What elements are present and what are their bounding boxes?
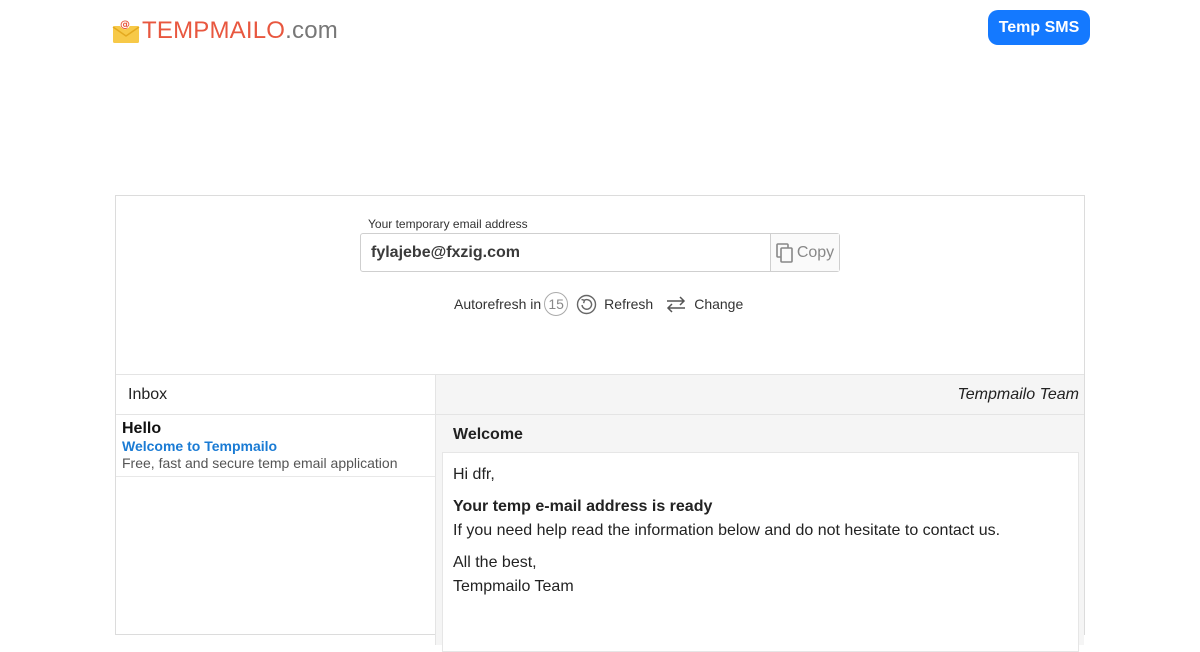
message-body: Hi dfr, Your temp e-mail address is read… <box>442 452 1079 652</box>
autorefresh-countdown: 15 <box>544 292 569 316</box>
copy-icon <box>776 242 794 263</box>
site-header: @ TEMPMAILO.com Temp SMS <box>0 0 1200 60</box>
refresh-button[interactable]: Refresh <box>576 294 653 315</box>
envelope-at-icon: @ <box>112 18 140 44</box>
message-signoff: All the best, <box>453 554 537 571</box>
autorefresh-label: Autorefresh in <box>454 296 542 312</box>
refresh-icon <box>576 294 597 315</box>
change-label: Change <box>694 296 744 312</box>
refresh-label: Refresh <box>604 296 654 312</box>
message-greeting: Hi dfr, <box>453 466 495 483</box>
logo-text-mailo: MAILO <box>209 17 286 44</box>
email-address-field[interactable]: fylajebe@fxzig.com Copy <box>360 233 840 272</box>
message-signature: Tempmailo Team <box>453 578 574 595</box>
copy-button-label: Copy <box>796 243 835 261</box>
svg-text:@: @ <box>120 20 130 31</box>
list-item[interactable]: Hello Welcome to Tempmailo Free, fast an… <box>116 415 435 477</box>
mail-preview: Free, fast and secure temp email applica… <box>122 455 398 471</box>
reader-sender: Tempmailo Team <box>436 374 1084 415</box>
email-address-label: Your temporary email address <box>368 217 528 231</box>
mail-from: Hello <box>122 420 162 437</box>
mail-subject: Welcome to Tempmailo <box>122 438 278 454</box>
logo-text-com: .com <box>285 17 338 44</box>
message-text: If you need help read the information be… <box>453 522 1001 539</box>
change-button[interactable]: Change <box>665 295 743 313</box>
site-logo[interactable]: @ TEMPMAILO.com <box>112 14 338 48</box>
copy-button[interactable]: Copy <box>770 234 839 271</box>
main-panel: Your temporary email address fylajebe@fx… <box>115 195 1085 652</box>
logo-text-temp: TEMP <box>142 17 210 44</box>
message-reader: Welcome Hi dfr, Your temp e-mail address… <box>436 415 1084 652</box>
mailbox-controls: Autorefresh in 15 Refresh Change <box>454 292 755 316</box>
message-headline: Your temp e-mail address is ready <box>453 498 713 515</box>
message-subject: Welcome <box>453 426 523 443</box>
inbox-list: Hello Welcome to Tempmailo Free, fast an… <box>116 415 436 645</box>
email-address-value[interactable]: fylajebe@fxzig.com <box>361 234 770 271</box>
temp-sms-button[interactable]: Temp SMS <box>988 10 1090 45</box>
inbox-title: Inbox <box>116 374 436 415</box>
swap-arrows-icon <box>665 295 687 313</box>
